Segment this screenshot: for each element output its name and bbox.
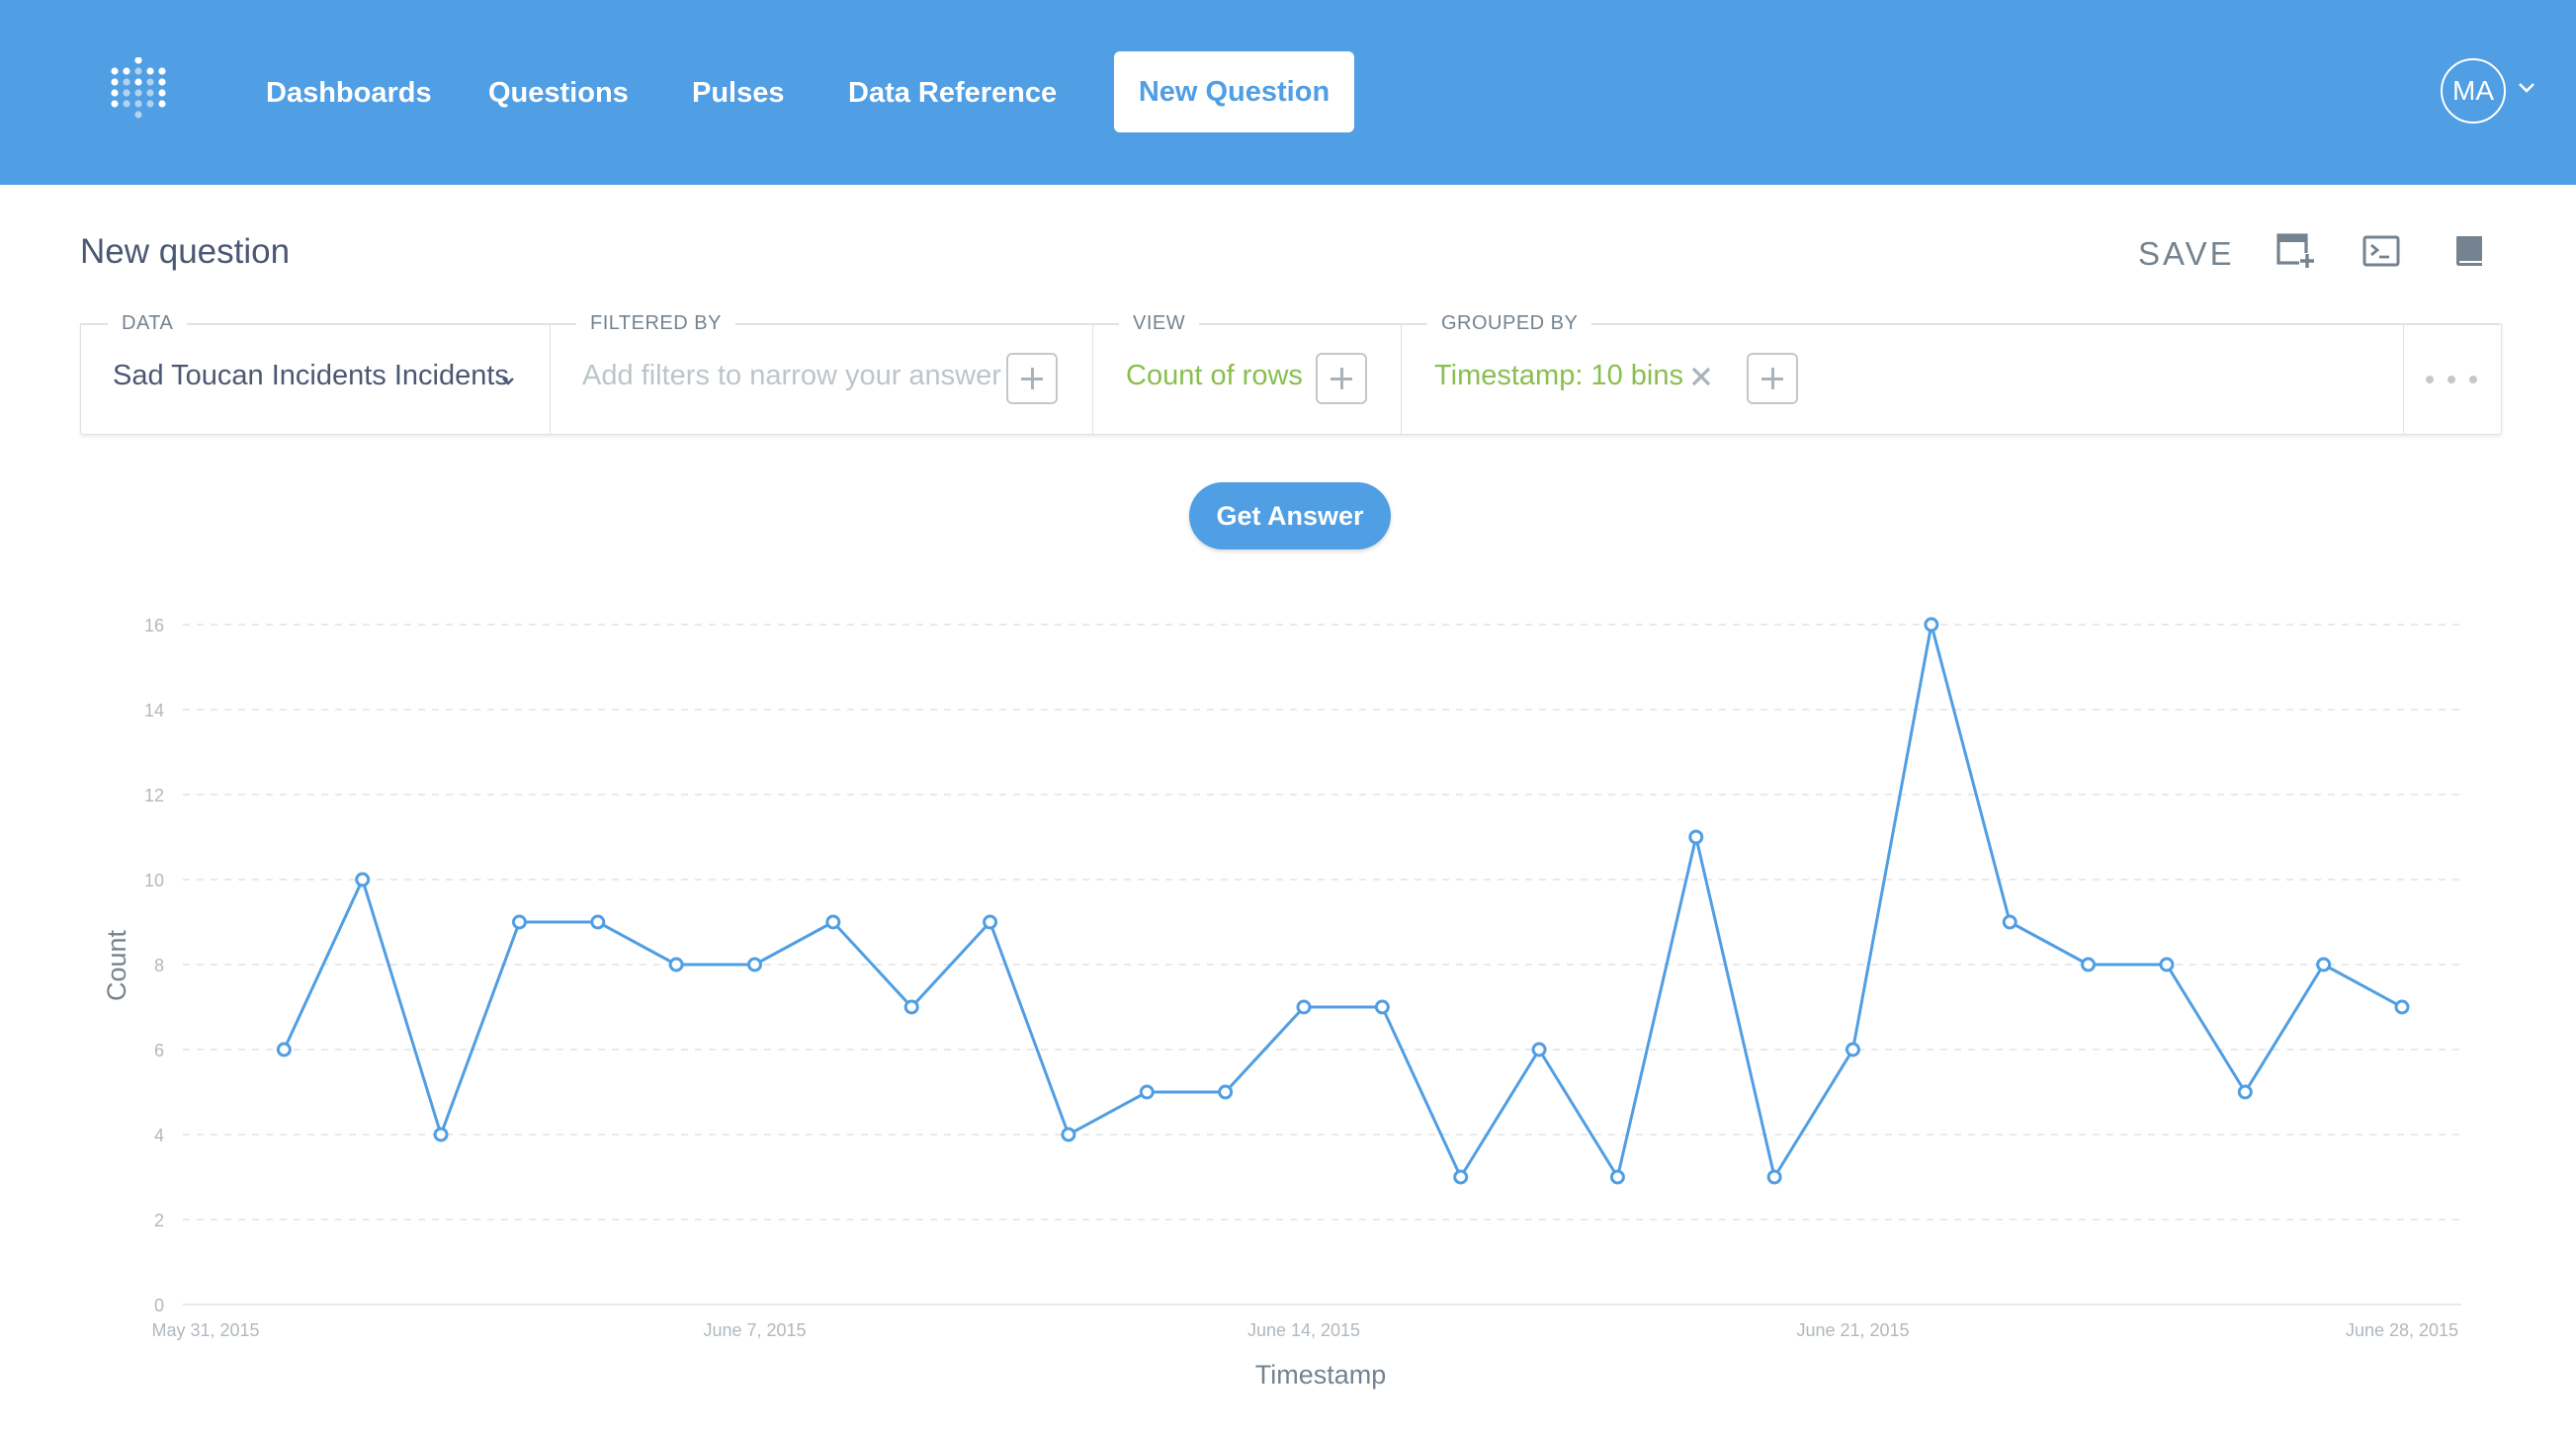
data-point[interactable] (2002, 914, 2018, 930)
data-point[interactable] (668, 957, 684, 972)
data-point[interactable] (983, 914, 998, 930)
x-tick-label: June 28, 2015 (2346, 1320, 2458, 1340)
data-point[interactable] (2081, 957, 2097, 972)
user-avatar[interactable]: MA (2441, 58, 2506, 124)
section-divider (1401, 323, 1402, 434)
filter-placeholder[interactable]: Add filters to narrow your answer (582, 360, 1001, 392)
x-tick-label: June 21, 2015 (1796, 1320, 1909, 1340)
section-divider (1092, 323, 1093, 434)
filter-section-label: FILTERED BY (576, 312, 735, 335)
data-point[interactable] (355, 872, 371, 887)
line-chart: 0 2 4 6 8 10 12 14 16 May 31, 2015 June 7, 2015 Jun… (102, 616, 2461, 1390)
y-tick-label: 14 (144, 701, 164, 720)
x-tick-label: May 31, 2015 (151, 1320, 259, 1340)
get-answer-button[interactable]: Get Answer (1189, 482, 1391, 549)
section-divider (2403, 323, 2404, 434)
data-point[interactable] (590, 914, 606, 930)
view-section-label: VIEW (1119, 312, 1200, 335)
nav-dashboards[interactable]: Dashboards (266, 71, 432, 115)
data-point[interactable] (825, 914, 841, 930)
nav-questions[interactable]: Questions (488, 71, 629, 115)
y-tick-label: 10 (144, 871, 164, 890)
y-tick-label: 12 (144, 786, 164, 805)
data-point[interactable] (1374, 999, 1390, 1015)
data-point[interactable] (1139, 1084, 1155, 1100)
chevron-down-icon[interactable] (2517, 81, 2536, 95)
data-point[interactable] (903, 999, 919, 1015)
data-point[interactable] (1924, 617, 1939, 633)
x-tick-label: June 7, 2015 (703, 1320, 806, 1340)
x-axis-label: Timestamp (1255, 1360, 1387, 1390)
data-source-selector[interactable]: Sad Toucan Incidents Incidents (113, 360, 509, 392)
y-tick-label: 2 (154, 1211, 164, 1230)
data-point[interactable] (2316, 957, 2332, 972)
group-section-label: GROUPED BY (1427, 312, 1592, 335)
close-icon[interactable] (1689, 365, 1713, 388)
y-tick-label: 8 (154, 956, 164, 975)
add-filter-button[interactable] (1006, 353, 1058, 404)
series-line (282, 623, 2403, 1179)
group-by-breakout[interactable]: Timestamp: 10 bins (1434, 360, 1683, 392)
y-tick-label: 6 (154, 1041, 164, 1060)
add-to-dashboard-icon[interactable] (2275, 231, 2315, 271)
data-point[interactable] (511, 914, 527, 930)
data-point[interactable] (1846, 1042, 1860, 1057)
query-builder-top-border (80, 323, 2500, 325)
page-title: New question (80, 232, 291, 271)
new-question-button[interactable]: New Question (1114, 51, 1354, 132)
nav-data-reference[interactable]: Data Reference (848, 71, 1057, 115)
data-point[interactable] (1609, 1169, 1625, 1185)
top-nav-bar: Dashboards Questions Pulses Data Referen… (0, 0, 2576, 185)
data-point[interactable] (433, 1127, 449, 1142)
x-tick-label: June 14, 2015 (1247, 1320, 1360, 1340)
data-point[interactable] (1766, 1169, 1782, 1185)
section-divider (550, 323, 551, 434)
add-aggregation-button[interactable] (1316, 353, 1367, 404)
y-tick-label: 0 (154, 1296, 164, 1315)
data-point[interactable] (2237, 1084, 2253, 1100)
view-aggregation[interactable]: Count of rows (1126, 360, 1303, 392)
chevron-down-icon[interactable] (500, 376, 516, 387)
data-point[interactable] (747, 957, 762, 972)
data-point[interactable] (1296, 999, 1312, 1015)
data-point[interactable] (1453, 1169, 1469, 1185)
data-point[interactable] (1218, 1084, 1234, 1100)
sql-editor-icon[interactable] (2361, 231, 2401, 271)
save-button[interactable]: SAVE (2138, 235, 2235, 273)
nav-pulses[interactable]: Pulses (692, 71, 785, 115)
data-point[interactable] (1531, 1042, 1547, 1057)
data-point[interactable] (1688, 829, 1704, 845)
y-axis-label: Count (102, 929, 131, 1001)
metabase-logo-icon[interactable] (109, 57, 168, 121)
data-point[interactable] (2394, 999, 2410, 1015)
data-reference-icon[interactable] (2449, 231, 2489, 271)
y-tick-label: 16 (144, 616, 164, 635)
y-tick-label: 4 (154, 1126, 164, 1145)
data-section-label: DATA (108, 312, 188, 335)
more-options-icon[interactable] (2422, 374, 2481, 385)
data-point[interactable] (276, 1042, 292, 1057)
add-group-by-button[interactable] (1747, 353, 1798, 404)
data-point[interactable] (1061, 1127, 1076, 1142)
data-point[interactable] (2159, 957, 2175, 972)
